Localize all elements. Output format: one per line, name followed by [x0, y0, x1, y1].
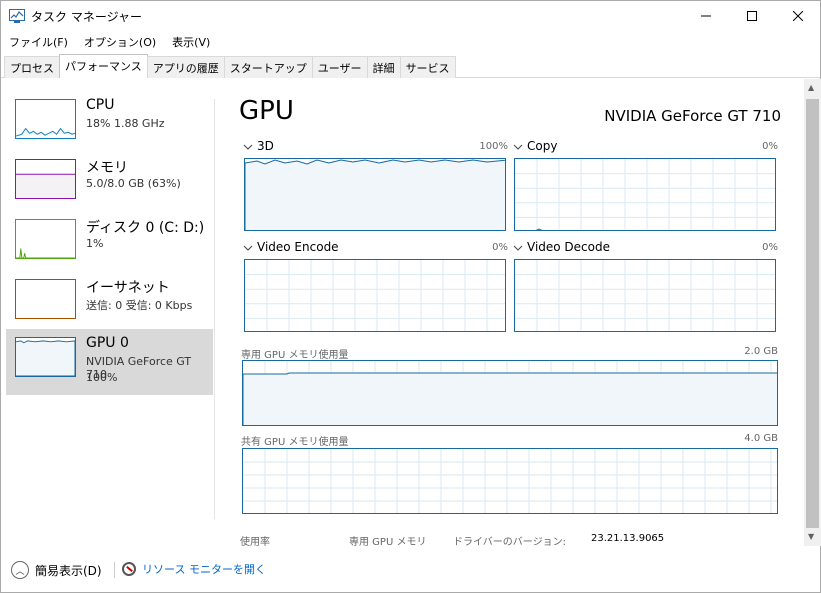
engine-video-encode-name: Video Encode — [257, 240, 339, 254]
gpu-model-name: NVIDIA GeForce GT 710 — [604, 107, 781, 125]
disk-summary: 1% — [86, 237, 104, 250]
minimize-icon — [701, 15, 711, 17]
ethernet-summary: 送信: 0 受信: 0 Kbps — [86, 299, 193, 312]
chevron-down-icon — [513, 144, 523, 150]
cpu-title: CPU — [86, 97, 115, 113]
dedicated-memory-max: 2.0 GB — [744, 346, 778, 357]
gpu-detail-panel: GPU NVIDIA GeForce GT 710 3D 100% Copy 0… — [231, 91, 791, 551]
engine-copy-pct: 0% — [762, 141, 778, 152]
close-icon — [793, 11, 803, 21]
disk-thumbnail-graph — [15, 219, 76, 259]
disk-title: ディスク 0 (C: D:) — [86, 220, 205, 236]
ethernet-title: イーサネット — [86, 280, 170, 296]
cpu-summary: 18% 1.88 GHz — [86, 117, 165, 130]
menu-options[interactable]: オプション(O) — [76, 32, 164, 52]
sidebar-item-cpu[interactable]: CPU 18% 1.88 GHz — [6, 91, 213, 155]
chevron-up-circle-icon: ︿ — [11, 561, 29, 579]
open-resource-monitor-link[interactable]: リソース モニターを開く — [122, 561, 266, 577]
tab-users[interactable]: ユーザー — [311, 56, 368, 78]
gpu-heading: GPU — [239, 96, 294, 126]
engine-video-decode-label[interactable]: Video Decode — [513, 240, 610, 254]
menu-view[interactable]: 表示(V) — [164, 32, 218, 52]
engine-video-decode-name: Video Decode — [527, 240, 610, 254]
engine-video-encode-graph — [244, 259, 506, 332]
engine-video-encode-pct: 0% — [492, 242, 508, 253]
chevron-down-icon — [243, 245, 253, 251]
open-resource-monitor-label: リソース モニターを開く — [142, 563, 266, 576]
scroll-thumb[interactable] — [806, 99, 819, 528]
scroll-down-arrow-icon[interactable]: ▼ — [808, 532, 814, 541]
panel-divider — [214, 99, 215, 519]
maximize-button[interactable] — [729, 1, 775, 31]
footer-separator — [114, 562, 115, 578]
shared-memory-graph — [242, 448, 778, 514]
tab-app-history[interactable]: アプリの履歴 — [146, 56, 225, 78]
shared-memory-label: 共有 GPU メモリ使用量 — [241, 437, 349, 448]
chevron-down-icon — [513, 245, 523, 251]
sidebar-item-ethernet[interactable]: イーサネット 送信: 0 受信: 0 Kbps — [6, 271, 213, 335]
minimize-button[interactable] — [683, 1, 729, 31]
close-button[interactable] — [775, 1, 821, 31]
task-manager-window: タスク マネージャー ファイル(F) オプション(O) 表示(V) プロセス パ… — [0, 0, 821, 593]
vertical-scrollbar[interactable]: ▲ ▼ — [804, 79, 821, 546]
sidebar-item-gpu[interactable]: GPU 0 NVIDIA GeForce GT 710 100% — [6, 329, 213, 395]
menu-file[interactable]: ファイル(F) — [1, 32, 76, 52]
shared-memory-max: 4.0 GB — [744, 433, 778, 444]
tab-services[interactable]: サービス — [399, 56, 456, 78]
memory-summary: 5.0/8.0 GB (63%) — [86, 177, 181, 190]
engine-video-decode-pct: 0% — [762, 242, 778, 253]
footer-bar: ︿ 簡易表示(D) リソース モニターを開く — [1, 552, 820, 592]
engine-copy-label[interactable]: Copy — [513, 139, 557, 153]
sidebar-item-disk[interactable]: ディスク 0 (C: D:) 1% — [6, 211, 213, 275]
tab-startup[interactable]: スタートアップ — [223, 56, 313, 78]
gpu-thumbnail-graph — [15, 337, 76, 377]
title-bar[interactable]: タスク マネージャー — [1, 1, 820, 31]
usage-stat-label: 使用率 — [240, 537, 270, 548]
driver-version-value: 23.21.13.9065 — [591, 533, 665, 544]
memory-thumbnail-graph — [15, 159, 76, 199]
engine-3d-graph — [244, 158, 506, 231]
cpu-thumbnail-graph — [15, 99, 76, 139]
task-manager-icon — [9, 9, 25, 23]
tab-bar: プロセス パフォーマンス アプリの履歴 スタートアップ ユーザー 詳細 サービス — [1, 54, 820, 78]
memory-title: メモリ — [86, 160, 128, 176]
tab-processes[interactable]: プロセス — [4, 56, 60, 78]
gpu-usage: 100% — [86, 371, 118, 384]
maximize-icon — [747, 11, 757, 21]
engine-video-decode-graph — [514, 259, 776, 332]
engine-copy-name: Copy — [527, 139, 558, 153]
engine-video-encode-label[interactable]: Video Encode — [243, 240, 339, 254]
engine-3d-name: 3D — [257, 139, 274, 153]
compact-view-label: 簡易表示(D) — [35, 563, 102, 578]
compact-view-toggle[interactable]: ︿ 簡易表示(D) — [11, 561, 102, 579]
tab-details[interactable]: 詳細 — [366, 56, 401, 78]
resource-sidebar: CPU 18% 1.88 GHz メモリ 5.0/8.0 GB (63%) ディ… — [6, 91, 213, 521]
chevron-down-icon — [243, 144, 253, 150]
gpu-title: GPU 0 — [86, 335, 129, 351]
dedicated-memory-graph — [242, 360, 778, 426]
ethernet-thumbnail-graph — [15, 279, 76, 319]
engine-3d-label[interactable]: 3D — [243, 139, 274, 153]
scroll-up-arrow-icon[interactable]: ▲ — [808, 83, 814, 92]
resource-monitor-icon — [122, 562, 136, 576]
menu-bar: ファイル(F) オプション(O) 表示(V) — [1, 32, 820, 52]
sidebar-item-memory[interactable]: メモリ 5.0/8.0 GB (63%) — [6, 151, 213, 215]
engine-3d-pct: 100% — [479, 141, 508, 152]
engine-copy-graph — [514, 158, 776, 231]
dedicated-memory-label: 専用 GPU メモリ使用量 — [241, 350, 349, 361]
tab-performance[interactable]: パフォーマンス — [59, 54, 148, 78]
driver-version-label: ドライバーのバージョン: — [453, 537, 566, 548]
window-title: タスク マネージャー — [31, 10, 142, 24]
dedicated-mem-stat-label: 専用 GPU メモリ — [349, 537, 427, 548]
